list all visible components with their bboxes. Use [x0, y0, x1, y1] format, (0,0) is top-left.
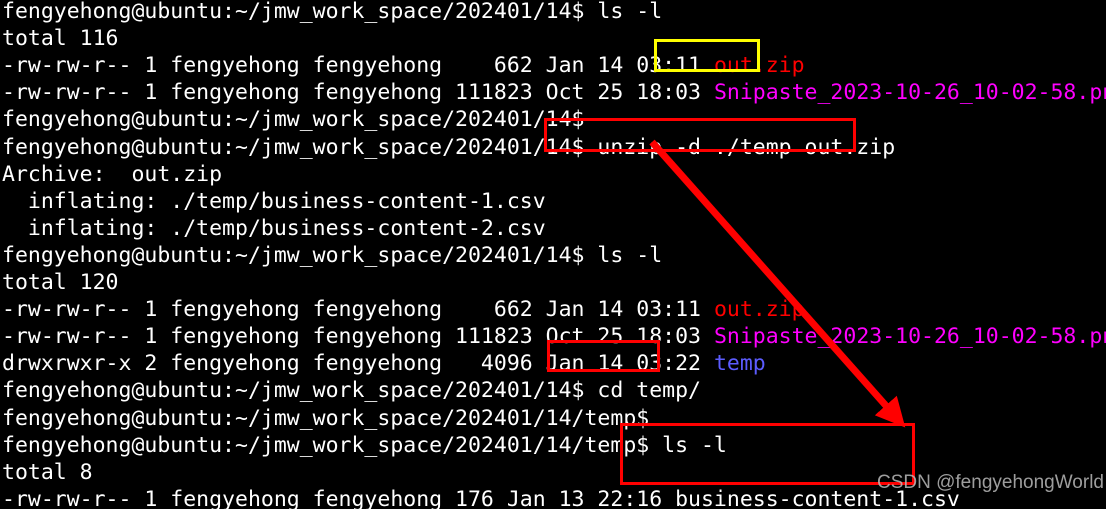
terminal-text-segment: drwxrwxr-x 2 fengyehong fengyehong 4096 …	[2, 351, 714, 377]
terminal-text-segment: inflating: ./temp/business-content-1.csv	[2, 188, 546, 214]
terminal-text-segment: temp	[713, 351, 766, 377]
terminal-text-segment: out.zip	[713, 297, 805, 323]
terminal-text-segment: -rw-rw-r-- 1 fengyehong fengyehong 11182…	[2, 80, 714, 106]
terminal-text-segment: -rw-rw-r-- 1 fengyehong fengyehong 662 J…	[2, 53, 714, 79]
terminal-line: -rw-rw-r-- 1 fengyehong fengyehong 11182…	[2, 79, 1106, 107]
terminal-text-segment: -rw-rw-r-- 1 fengyehong fengyehong 662 J…	[2, 297, 714, 323]
terminal-text-segment: fengyehong@ubuntu:~/jmw_work_space/20240…	[2, 432, 727, 458]
terminal-text-segment: Snipaste_2023-10-26_10-02-58.png	[713, 80, 1106, 106]
terminal-text-segment: Snipaste_2023-10-26_10-02-58.png	[713, 324, 1106, 350]
terminal-line: total 120	[2, 269, 119, 297]
terminal-line: fengyehong@ubuntu:~/jmw_work_space/20240…	[2, 377, 701, 405]
terminal-text-segment: total 8	[2, 459, 93, 485]
terminal-text-segment: fengyehong@ubuntu:~/jmw_work_space/20240…	[2, 107, 585, 133]
terminal-text-segment: fengyehong@ubuntu:~/jmw_work_space/20240…	[2, 242, 663, 268]
terminal-text-segment: inflating: ./temp/business-content-2.csv	[2, 215, 546, 241]
terminal-line: fengyehong@ubuntu:~/jmw_work_space/20240…	[2, 432, 727, 460]
terminal-text-segment: fengyehong@ubuntu:~/jmw_work_space/20240…	[2, 134, 896, 160]
terminal-line: fengyehong@ubuntu:~/jmw_work_space/20240…	[2, 405, 649, 433]
terminal-line: fengyehong@ubuntu:~/jmw_work_space/20240…	[2, 106, 584, 134]
terminal-text-segment: total 116	[2, 26, 119, 52]
terminal-line: -rw-rw-r-- 1 fengyehong fengyehong 11182…	[2, 323, 1106, 351]
terminal-text-segment: -rw-rw-r-- 1 fengyehong fengyehong 176 J…	[2, 486, 960, 509]
terminal-screenshot: fengyehong@ubuntu:~/jmw_work_space/20240…	[0, 0, 1106, 509]
terminal-line: inflating: ./temp/business-content-2.csv	[2, 215, 546, 243]
terminal-line: total 116	[2, 25, 119, 53]
terminal-line: Archive: out.zip	[2, 161, 222, 189]
terminal-line: -rw-rw-r-- 1 fengyehong fengyehong 662 J…	[2, 52, 805, 80]
terminal-text-segment: fengyehong@ubuntu:~/jmw_work_space/20240…	[2, 405, 650, 431]
terminal-text-segment: fengyehong@ubuntu:~/jmw_work_space/20240…	[2, 378, 701, 404]
terminal-text-segment: Archive: out.zip	[2, 161, 223, 187]
terminal-text-segment: out.zip	[713, 53, 805, 79]
terminal-text-segment: fengyehong@ubuntu:~/jmw_work_space/20240…	[2, 0, 663, 24]
terminal-line: -rw-rw-r-- 1 fengyehong fengyehong 176 J…	[2, 486, 960, 509]
terminal-line: fengyehong@ubuntu:~/jmw_work_space/20240…	[2, 242, 662, 270]
csdn-watermark: CSDN @fengyehongWorld	[877, 472, 1104, 493]
terminal-line: fengyehong@ubuntu:~/jmw_work_space/20240…	[2, 134, 895, 162]
terminal-line: total 8	[2, 459, 93, 487]
terminal-line: -rw-rw-r-- 1 fengyehong fengyehong 662 J…	[2, 296, 805, 324]
terminal-line: inflating: ./temp/business-content-1.csv	[2, 188, 546, 216]
terminal-text-segment: total 120	[2, 270, 119, 295]
terminal-line: drwxrwxr-x 2 fengyehong fengyehong 4096 …	[2, 350, 766, 378]
terminal-output[interactable]: fengyehong@ubuntu:~/jmw_work_space/20240…	[0, 0, 1106, 509]
terminal-text-segment: -rw-rw-r-- 1 fengyehong fengyehong 11182…	[2, 324, 714, 350]
terminal-line: fengyehong@ubuntu:~/jmw_work_space/20240…	[2, 0, 662, 26]
